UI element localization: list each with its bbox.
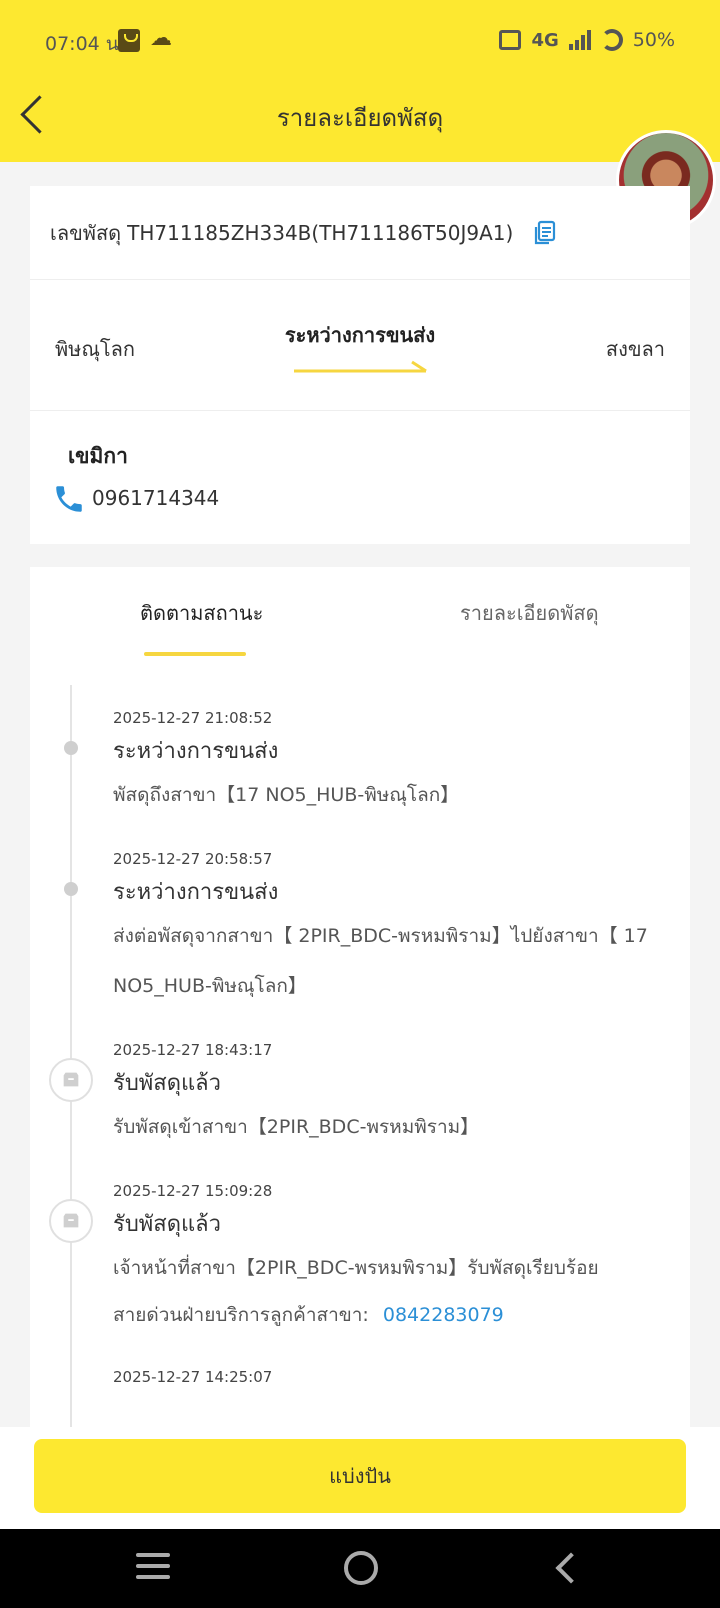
network-label: 4G xyxy=(531,29,559,51)
destination-city: สงขลา xyxy=(605,337,665,361)
status-bar: 07:04 น. ☁ 4G 50% xyxy=(0,0,720,80)
page-title: รายละเอียดพัสดุ xyxy=(276,104,444,132)
receiver-name: เขมิกา xyxy=(68,444,128,468)
event-title: ระหว่างการขนส่ง xyxy=(113,739,279,764)
cloud-icon: ☁ xyxy=(150,26,172,51)
vibrate-icon xyxy=(499,30,522,50)
parcel-number-label: เลขพัสดุ xyxy=(50,220,122,245)
event-time: 2025-12-27 20:58:57 xyxy=(113,850,273,868)
route-arrow-icon xyxy=(294,360,427,373)
event-title: รับพัสดุแล้ว xyxy=(113,1071,222,1096)
tracking-card: ติดตามสถานะ รายละเอียดพัสดุ 2025-12-27 2… xyxy=(30,567,690,1427)
shopping-bag-icon xyxy=(118,29,140,52)
tab-tracking[interactable]: ติดตามสถานะ xyxy=(140,597,263,629)
tab-details[interactable]: รายละเอียดพัสดุ xyxy=(460,597,599,629)
parcel-number-row: เลขพัสดุ TH711185ZH334B(TH711186T50J9A1) xyxy=(30,186,690,280)
parcel-summary-card: เลขพัสดุ TH711185ZH334B(TH711186T50J9A1)… xyxy=(30,186,690,544)
event-title: ระหว่างการขนส่ง xyxy=(113,880,279,905)
phone-icon[interactable] xyxy=(52,482,86,516)
battery-level: 50% xyxy=(632,29,675,51)
event-description: เจ้าหน้าที่สาขา【2PIR_BDC-พรหมพิราม】รับพั… xyxy=(113,1257,599,1279)
event-time: 2025-12-27 21:08:52 xyxy=(113,709,273,727)
recent-apps-icon[interactable] xyxy=(136,1553,170,1583)
parcel-box-icon xyxy=(49,1199,93,1243)
receiver-phone[interactable]: 0961714344 xyxy=(92,486,219,510)
parcel-box-icon xyxy=(49,1058,93,1102)
event-description: พัสดุถึงสาขา【17 NO5_HUB-พิษณุโลก】 xyxy=(113,784,460,806)
receiver-row: เขมิกา 0961714344 xyxy=(30,412,690,544)
nav-back-icon[interactable] xyxy=(555,1552,587,1584)
timeline-dot-icon xyxy=(64,882,78,896)
event-description: รับพัสดุเข้าสาขา【2PIR_BDC-พรหมพิราม】 xyxy=(113,1116,480,1138)
event-time: 2025-12-27 14:25:07 xyxy=(113,1368,273,1386)
event-time: 2025-12-27 18:43:17 xyxy=(113,1041,273,1059)
timeline-line xyxy=(70,685,72,1427)
hotline-label: สายด่วนฝ่ายบริการลูกค้าสาขา: xyxy=(113,1304,369,1326)
battery-icon xyxy=(600,29,623,51)
status-time: 07:04 น. xyxy=(45,33,125,55)
home-icon[interactable] xyxy=(344,1551,378,1585)
hotline-row: สายด่วนฝ่ายบริการลูกค้าสาขา: 0842283079 xyxy=(113,1300,504,1330)
event-time: 2025-12-27 15:09:28 xyxy=(113,1182,273,1200)
event-title: รับพัสดุแล้ว xyxy=(113,1212,222,1237)
route-row: พิษณุโลก ระหว่างการขนส่ง สงขลา xyxy=(30,281,690,411)
parcel-number: TH711185ZH334B(TH711186T50J9A1) xyxy=(127,220,514,245)
app-header: 07:04 น. ☁ 4G 50% รายละเอียดพัสดุ xyxy=(0,0,720,162)
bottom-action-area: แบ่งปัน xyxy=(0,1427,720,1529)
hotline-number-link[interactable]: 0842283079 xyxy=(383,1304,504,1326)
signal-icon xyxy=(568,30,591,50)
copy-icon[interactable] xyxy=(531,220,557,246)
event-description: ส่งต่อพัสดุจากสาขา【 2PIR_BDC-พรหมพิราม】ไ… xyxy=(113,925,648,997)
timeline-dot-icon xyxy=(64,741,78,755)
system-nav-bar xyxy=(0,1529,720,1608)
route-status: ระหว่างการขนส่ง xyxy=(284,323,436,347)
share-button[interactable]: แบ่งปัน xyxy=(34,1439,686,1513)
status-right: 4G 50% xyxy=(499,29,675,51)
active-tab-indicator xyxy=(144,652,246,656)
